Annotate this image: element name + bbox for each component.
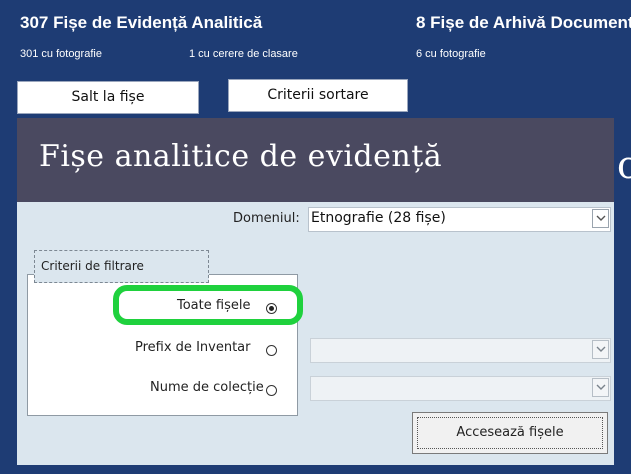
selection-highlight [113,285,303,325]
option-collection-name-label[interactable]: Nume de colecție [150,380,264,395]
background-letter-fragment: c [617,143,631,187]
dialog-title: Fișe analitice de evidență [39,139,443,174]
chevron-down-icon [596,346,606,352]
filter-criteria-legend: Criterii de filtrare [34,250,209,283]
analytic-photos-count: 301 cu fotografie [20,48,102,60]
domain-select[interactable]: Etnografie (28 fișe) [308,207,611,232]
domain-dropdown-button[interactable] [592,209,609,228]
domain-select-value: Etnografie (28 fișe) [311,210,446,226]
inventory-prefix-select[interactable] [310,338,611,363]
filter-criteria-label: Criterii de filtrare [41,259,144,273]
chevron-down-icon [596,384,606,390]
access-records-label: Accesează fișele [456,425,564,440]
analytic-records-title: 307 Fișe de Evidență Analitică [20,13,263,32]
collection-name-select[interactable] [310,376,611,401]
classification-requests-count: 1 cu cerere de clasare [189,48,298,60]
option-inventory-prefix-radio[interactable] [266,345,277,356]
dialog-header: Fișe analitice de evidență [17,118,625,202]
jump-to-records-button[interactable]: Salt la fișe [17,81,199,114]
option-collection-name-radio[interactable] [266,385,277,396]
access-records-button[interactable]: Accesează fișele [412,412,608,454]
archive-photos-count: 6 cu fotografie [416,48,486,60]
archive-records-title: 8 Fișe de Arhivă Documentară [416,13,631,32]
collection-name-dropdown-button[interactable] [592,378,609,397]
dialog-bottom-border [17,465,625,474]
domain-label: Domeniul: [233,211,300,226]
inventory-prefix-dropdown-button[interactable] [592,340,609,359]
sort-criteria-button[interactable]: Criterii sortare [228,79,408,112]
option-inventory-prefix-label[interactable]: Prefix de Inventar [135,340,250,355]
chevron-down-icon [596,215,606,221]
